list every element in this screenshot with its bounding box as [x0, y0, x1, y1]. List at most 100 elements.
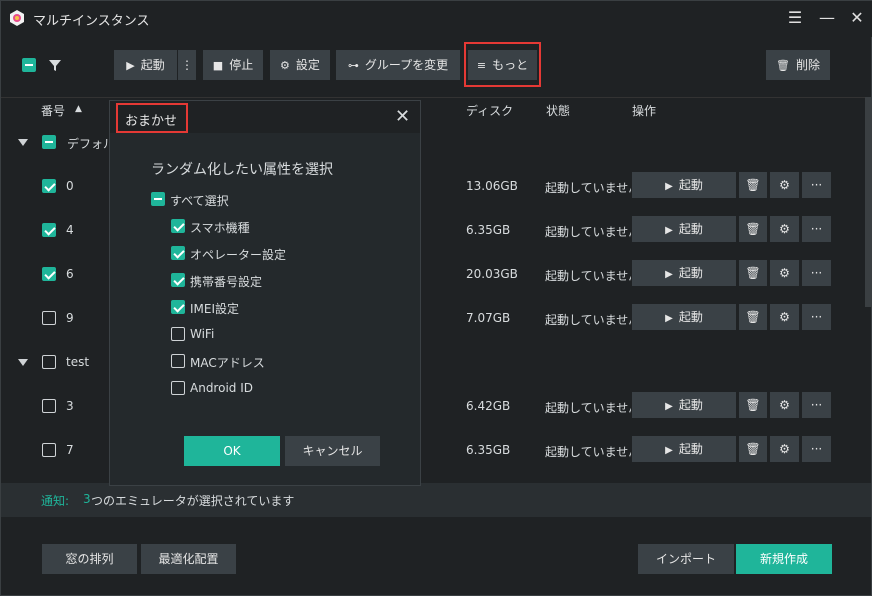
play-icon: ▶	[665, 181, 673, 192]
trash-icon: 🗑	[745, 310, 761, 324]
option-checkbox[interactable]	[171, 327, 185, 341]
row-more-button[interactable]: ···	[802, 172, 831, 198]
trash-icon: 🗑	[745, 178, 761, 192]
sort-asc-icon[interactable]: ▲	[75, 104, 82, 114]
stop-button[interactable]: ■ 停止	[203, 50, 263, 80]
minimize-icon[interactable]: —	[815, 7, 839, 29]
start-more-button[interactable]: ⋮	[178, 50, 196, 80]
row-checkbox[interactable]	[42, 311, 56, 325]
filter-icon[interactable]	[48, 58, 62, 72]
create-new-button[interactable]: 新規作成	[736, 544, 832, 574]
option-checkbox[interactable]	[171, 300, 185, 314]
row-more-button[interactable]: ···	[802, 392, 831, 418]
row-checkbox[interactable]	[42, 443, 56, 457]
row-checkbox[interactable]	[42, 179, 56, 193]
row-start-label: 起動	[678, 398, 703, 412]
col-action: 操作	[632, 104, 657, 118]
menu-icon[interactable]: ☰	[783, 7, 807, 29]
row-settings-button[interactable]: ⚙	[770, 392, 799, 418]
option-checkbox[interactable]	[171, 246, 185, 260]
dialog-close-icon[interactable]: ✕	[395, 106, 410, 127]
notice-label: 通知:	[41, 494, 70, 508]
row-settings-button[interactable]: ⚙	[770, 260, 799, 286]
group-name: test	[66, 355, 90, 369]
row-delete-button[interactable]: 🗑	[739, 216, 767, 242]
start-button[interactable]: ▶ 起動	[114, 50, 177, 80]
select-all-attr-checkbox[interactable]	[151, 192, 165, 206]
import-button[interactable]: インポート	[638, 544, 734, 574]
row-settings-button[interactable]: ⚙	[770, 304, 799, 330]
group-checkbox[interactable]	[42, 135, 56, 149]
option-checkbox[interactable]	[171, 219, 185, 233]
row-checkbox[interactable]	[42, 223, 56, 237]
option-checkbox[interactable]	[171, 381, 185, 395]
arrange-windows-button[interactable]: 窓の排列	[42, 544, 137, 574]
row-more-button[interactable]: ···	[802, 436, 831, 462]
stop-label: 停止	[229, 58, 254, 72]
option-checkbox[interactable]	[171, 354, 185, 368]
row-start-button[interactable]: ▶ 起動	[632, 392, 736, 418]
change-group-button[interactable]: ⊶ グループを変更	[336, 50, 460, 80]
gear-icon: ⚙	[779, 310, 790, 324]
more-horizontal-icon: ···	[810, 442, 823, 456]
status-text: 起動していません	[545, 445, 631, 459]
row-start-button[interactable]: ▶ 起動	[632, 436, 736, 462]
option-label[interactable]: IMEI設定	[190, 300, 239, 317]
row-more-button[interactable]: ···	[802, 216, 831, 242]
notification-bar: 通知: 3 つのエミュレータが選択されています	[1, 483, 871, 517]
row-start-button[interactable]: ▶ 起動	[632, 304, 736, 330]
option-label[interactable]: オペレーター設定	[190, 246, 286, 263]
settings-label: 設定	[295, 58, 320, 72]
settings-button[interactable]: ⚙ 設定	[270, 50, 330, 80]
group-checkbox[interactable]	[42, 355, 56, 369]
row-settings-button[interactable]: ⚙	[770, 172, 799, 198]
randomize-dialog: おまかせ ✕ ランダム化したい属性を選択 すべて選択 スマホ機種 オペレーター設…	[109, 100, 421, 486]
ok-button[interactable]: OK	[184, 436, 280, 466]
status-text: 起動していません	[545, 181, 631, 195]
option-label[interactable]: MACアドレス	[190, 354, 265, 371]
row-delete-button[interactable]: 🗑	[739, 436, 767, 462]
more-horizontal-icon: ···	[810, 266, 823, 280]
row-checkbox[interactable]	[42, 267, 56, 281]
row-more-button[interactable]: ···	[802, 304, 831, 330]
delete-button[interactable]: 🗑 削除	[766, 50, 830, 80]
row-checkbox[interactable]	[42, 399, 56, 413]
stop-icon: ■	[212, 59, 224, 72]
collapse-caret-icon[interactable]	[18, 139, 28, 146]
gear-icon: ⚙	[779, 222, 790, 236]
select-all-attr-label[interactable]: すべて選択	[170, 192, 229, 209]
row-start-button[interactable]: ▶ 起動	[632, 260, 736, 286]
close-icon[interactable]: ✕	[845, 7, 869, 29]
row-start-button[interactable]: ▶ 起動	[632, 216, 736, 242]
row-start-label: 起動	[678, 310, 703, 324]
instance-id: 6	[66, 267, 74, 281]
dialog-subtitle: ランダム化したい属性を選択	[151, 162, 333, 178]
option-label[interactable]: Android ID	[190, 381, 253, 395]
row-start-button[interactable]: ▶ 起動	[632, 172, 736, 198]
option-label[interactable]: WiFi	[190, 327, 214, 341]
row-delete-button[interactable]: 🗑	[739, 172, 767, 198]
row-settings-button[interactable]: ⚙	[770, 216, 799, 242]
row-delete-button[interactable]: 🗑	[739, 260, 767, 286]
dialog-header: おまかせ ✕	[110, 101, 420, 133]
row-delete-button[interactable]: 🗑	[739, 304, 767, 330]
row-delete-button[interactable]: 🗑	[739, 392, 767, 418]
group-label: グループを変更	[364, 58, 449, 72]
col-number[interactable]: 番号	[41, 102, 65, 119]
status-text: 起動していません	[545, 401, 631, 415]
col-disk: ディスク	[466, 104, 514, 118]
cancel-button[interactable]: キャンセル	[285, 436, 380, 466]
play-icon: ▶	[665, 401, 673, 412]
option-label[interactable]: スマホ機種	[190, 219, 250, 236]
option-label[interactable]: 携帯番号設定	[190, 273, 262, 290]
collapse-caret-icon[interactable]	[18, 359, 28, 366]
optimize-layout-button[interactable]: 最適化配置	[141, 544, 236, 574]
select-all-checkbox[interactable]	[22, 58, 36, 72]
disk-size: 6.42GB	[466, 399, 511, 413]
disk-size: 6.35GB	[466, 223, 511, 237]
instance-id: 3	[66, 399, 74, 413]
option-checkbox[interactable]	[171, 273, 185, 287]
title-bar: マルチインスタンス ☰ — ✕	[1, 1, 872, 37]
row-settings-button[interactable]: ⚙	[770, 436, 799, 462]
row-more-button[interactable]: ···	[802, 260, 831, 286]
